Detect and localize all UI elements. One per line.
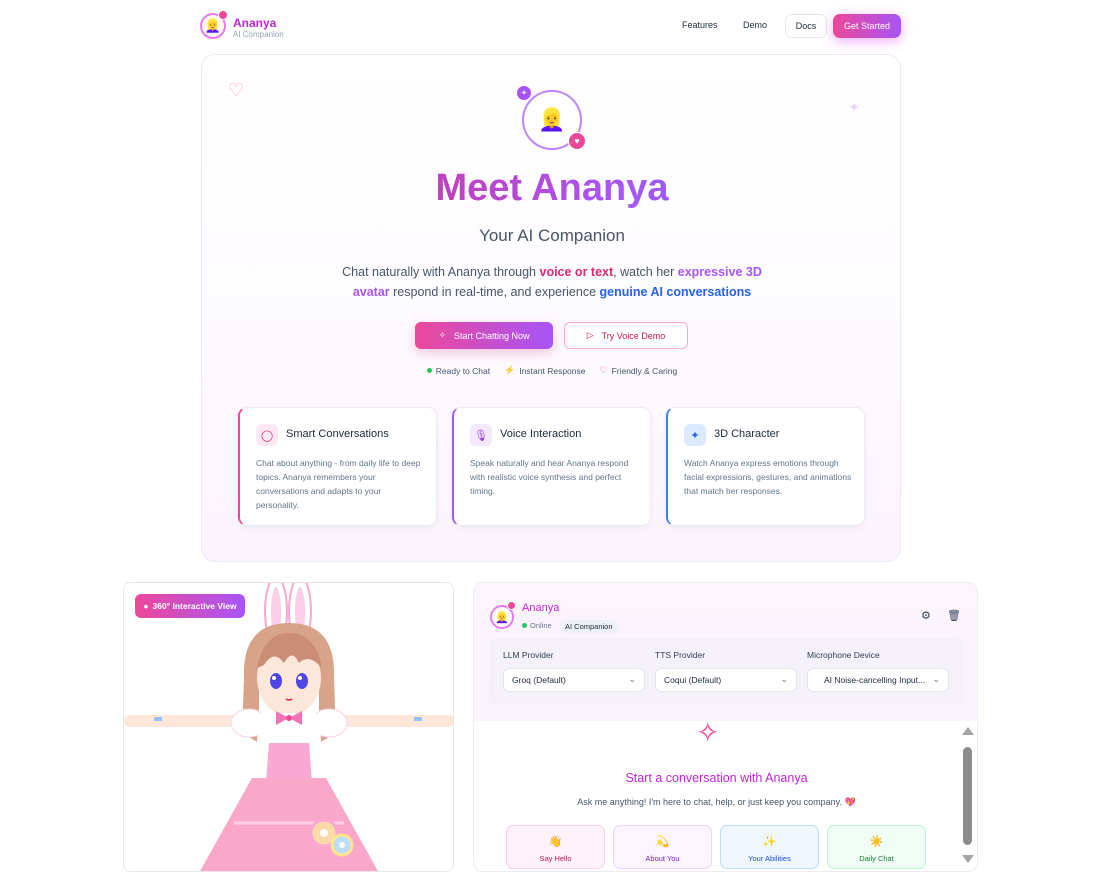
hero-subtitle: Your AI Companion [479,226,625,245]
try-voice-demo-button[interactable]: ▷ Try Voice Demo [564,322,688,349]
dot-icon: ● [143,601,149,611]
status-label: Friendly & Caring [611,365,678,376]
heart-icon: ♡ [599,365,608,375]
quick-daily-chat[interactable]: ☀️ Daily Chat [827,825,926,869]
highlight-voice-text: voice or text [539,265,614,279]
mic-label: Microphone Device [807,650,880,660]
feature-title: Smart Conversations [286,428,389,440]
feature-text: Chat about anything - from daily life to… [256,458,421,510]
chat-hint: Ask me anything! I'm here to chat, help,… [577,797,856,807]
llm-value: Groq (Default) [512,675,566,685]
desc-text: Chat naturally with Ananya through [342,265,540,279]
chip-label: Daily Chat [859,854,894,863]
heart-badge-icon [507,601,516,610]
scroll-thumb[interactable] [963,747,972,845]
status-label: Ready to Chat [435,365,491,376]
tts-value: Coqui (Default) [664,675,722,685]
chat-panel: 👱‍♀️ Ananya Online AI Companion ⚙ 🗑 LLM … [473,582,978,872]
nav-link-demo[interactable]: Demo [743,20,767,30]
sparkles-icon: ✦ [684,424,706,446]
highlight-genuine: genuine AI conversations [599,285,752,299]
docs-button[interactable]: Docs [785,14,827,38]
start-conversation-heading: Start a conversation with Ananya [625,771,808,785]
tts-provider-select[interactable]: Coqui (Default) ⌄ [655,668,797,692]
provider-settings: LLM Provider Groq (Default) ⌄ TTS Provide… [489,638,963,704]
chat-header: 👱‍♀️ Ananya Online AI Companion ⚙ 🗑 LLM … [474,583,977,721]
anime-avatar-illustration [124,583,453,871]
desc-text: respond in real-time, and experience [389,285,600,299]
feature-title: Voice Interaction [500,428,582,440]
sparkle-icon: ✦ [848,99,860,115]
brand-name[interactable]: Ananya [233,16,276,30]
start-chatting-label: Start Chatting Now [454,330,530,341]
start-chatting-button[interactable]: ✧ Start Chatting Now [415,322,553,349]
chip-label: Say Hello [539,854,572,863]
sparkles-icon: ✧ [438,330,446,340]
status-friendly: ♡ Friendly & Caring [599,365,677,376]
nav-link-features[interactable]: Features [682,20,718,30]
lightning-icon: ⚡ [504,365,516,375]
heart-outline-icon: ♡ [228,80,245,100]
online-dot-icon [426,368,432,373]
scroll-down-arrow-icon[interactable] [962,855,974,863]
feature-card-3d: ✦ 3D Character Watch Ananya express emot… [666,407,865,526]
get-started-button[interactable]: Get Started [833,14,901,38]
avatar-viewer[interactable]: ● 360° Interactive View [123,582,454,872]
status-instant: ⚡ Instant Response [504,365,585,376]
trash-icon[interactable]: 🗑 [947,609,961,622]
heart-badge-icon: ♥ [568,132,586,150]
sun-icon: ☀️ [869,836,884,848]
sparkle-logo-icon: ✧ [696,717,720,748]
feature-text: Watch Ananya express emotions through fa… [684,458,852,496]
feature-text: Speak naturally and hear Ananya respond … [470,458,629,496]
mic-value: AI Noise-cancelling Input... [824,675,926,685]
status-ready: Ready to Chat [426,365,491,376]
sparkle-badge-icon: ✦ [517,86,531,100]
status-label: Instant Response [519,365,586,376]
online-label: Online [530,621,552,630]
feature-card-conversations: ◯ Smart Conversations Chat about anythin… [238,407,437,526]
chip-label: About You [645,854,680,863]
chevron-down-icon: ⌄ [780,674,788,684]
tts-label: TTS Provider [655,650,706,660]
brand-heart-icon [218,10,228,20]
interactive-view-badge: ● 360° Interactive View [135,594,245,618]
chevron-down-icon: ⌄ [932,674,940,684]
settings-gear-icon[interactable]: ⚙ [921,609,931,622]
badge-label: 360° Interactive View [152,601,237,611]
scroll-up-arrow-icon[interactable] [962,727,974,735]
feature-card-voice: 🎙 Voice Interaction Speak naturally and … [452,407,651,526]
hero-card: ♡ ✦ 👱‍♀️ ✦ ♥ Meet Ananya Your AI Compani… [201,54,901,562]
online-status: Online [522,621,552,630]
quick-about-you[interactable]: 💫 About You [613,825,712,869]
hero-description: Chat naturally with Ananya through voice… [332,262,772,302]
microphone-select[interactable]: AI Noise-cancelling Input... ⌄ [807,668,949,692]
sparkles-icon: ✨ [762,836,777,848]
chip-label: Your Abilities [748,854,791,863]
status-row: Ready to Chat ⚡ Instant Response ♡ Friendl… [202,365,902,376]
feature-title: 3D Character [714,428,780,440]
chevron-down-icon: ⌄ [628,674,636,684]
try-voice-demo-label: Try Voice Demo [601,330,666,341]
chat-scrollbar[interactable] [960,727,974,871]
brand-subtitle: AI Companion [233,30,284,39]
wave-icon: 👋 [548,836,563,848]
hero-title: Meet Ananya [202,167,902,210]
quick-say-hello[interactable]: 👋 Say Hello [506,825,605,869]
microphone-icon: 🎙 [470,424,492,446]
play-icon: ▷ [586,330,594,340]
chat-name: Ananya [522,602,560,614]
llm-label: LLM Provider [503,650,554,660]
llm-provider-select[interactable]: Groq (Default) ⌄ [503,668,645,692]
chat-bubble-icon: ◯ [256,424,278,446]
quick-your-abilities[interactable]: ✨ Your Abilities [720,825,819,869]
ai-companion-tag: AI Companion [560,620,618,633]
top-nav: 👱‍♀️ Ananya AI Companion Features Demo D… [200,10,902,42]
dizzy-icon: 💫 [655,836,670,848]
desc-text: , watch her [613,265,678,279]
online-dot-icon [522,623,527,628]
